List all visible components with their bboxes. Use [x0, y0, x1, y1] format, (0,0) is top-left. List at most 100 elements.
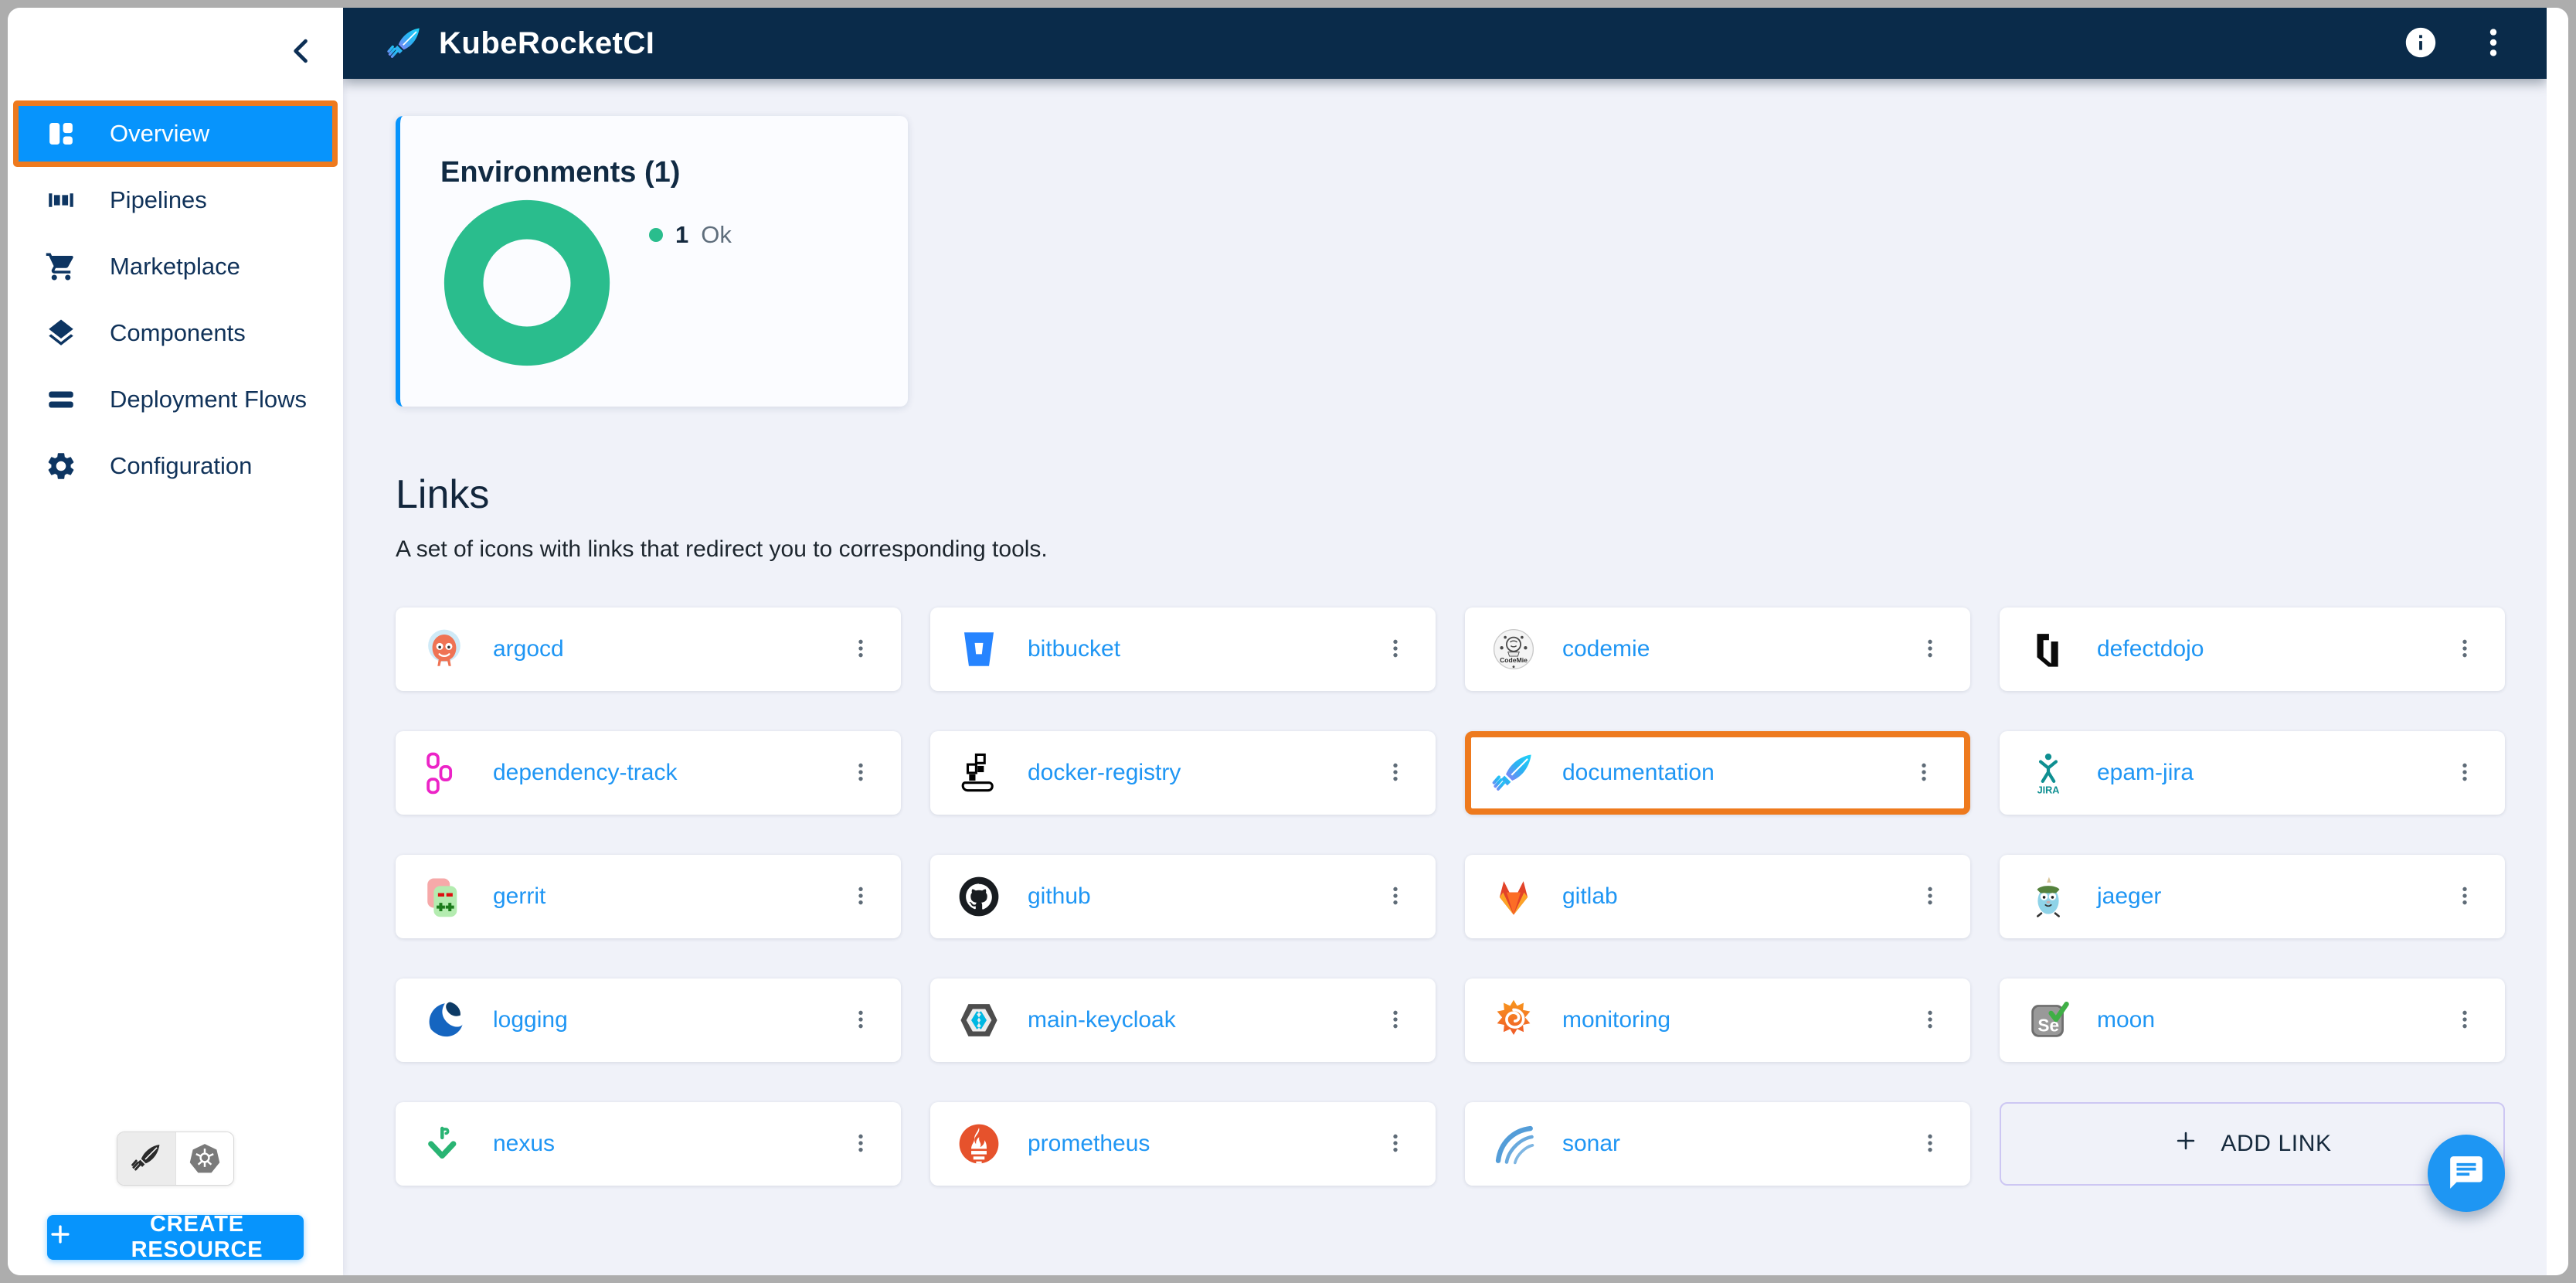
- link-card-menu-button[interactable]: [844, 1124, 878, 1164]
- sidebar-item-label: Components: [110, 319, 246, 347]
- link-jaeger[interactable]: jaeger: [2097, 883, 2161, 910]
- link-monitoring[interactable]: monitoring: [1562, 1007, 1670, 1033]
- link-moon[interactable]: moon: [2097, 1007, 2155, 1033]
- bitbucket-icon: [957, 627, 1001, 672]
- link-gerrit[interactable]: gerrit: [493, 883, 545, 910]
- link-card-menu-button[interactable]: [2448, 1000, 2482, 1040]
- documentation-icon: [1491, 750, 1536, 795]
- info-button[interactable]: [2401, 24, 2440, 63]
- environments-legend: 1 Ok: [649, 221, 732, 249]
- link-docker-registry[interactable]: docker-registry: [1028, 760, 1181, 786]
- link-epam-jira[interactable]: epam-jira: [2097, 760, 2194, 786]
- chat-icon: [2447, 1153, 2486, 1194]
- sidebar-nav: Overview Pipelines Marketplace Components De…: [8, 100, 343, 499]
- link-main-keycloak[interactable]: main-keycloak: [1028, 1007, 1176, 1033]
- sidebar-item-label: Overview: [110, 120, 209, 148]
- link-logging[interactable]: logging: [493, 1007, 568, 1033]
- link-codemie[interactable]: codemie: [1562, 636, 1650, 662]
- link-card-menu-button[interactable]: [1913, 1124, 1947, 1164]
- svg-text:JIRA: JIRA: [2037, 784, 2060, 795]
- link-card-jaeger: jaeger: [2000, 855, 2505, 938]
- link-nexus[interactable]: nexus: [493, 1131, 555, 1157]
- ok-count: 1: [675, 221, 688, 249]
- link-card-menu-button[interactable]: [2448, 753, 2482, 793]
- scrollbar-track[interactable]: [2547, 8, 2568, 1275]
- ok-status-dot: [649, 228, 663, 242]
- kebab-menu-icon: [1918, 1004, 1942, 1037]
- link-prometheus[interactable]: prometheus: [1028, 1131, 1150, 1157]
- sidebar-item-label: Configuration: [110, 452, 252, 480]
- link-card-codemie: CodeMiecodemie: [1465, 607, 1970, 691]
- link-defectdojo[interactable]: defectdojo: [2097, 636, 2204, 662]
- link-card-menu-button[interactable]: [1378, 876, 1412, 917]
- link-card-docker-registry: docker-registry: [930, 731, 1436, 815]
- link-github[interactable]: github: [1028, 883, 1091, 910]
- link-card-monitoring: monitoring: [1465, 978, 1970, 1062]
- sonar-icon: [1491, 1121, 1536, 1166]
- header-menu-button[interactable]: [2474, 24, 2513, 63]
- link-card-menu-button[interactable]: [1913, 1000, 1947, 1040]
- link-card-menu-button[interactable]: [1378, 629, 1412, 669]
- app-title: KubeRocketCI: [439, 26, 654, 61]
- link-card-menu-button[interactable]: [844, 1000, 878, 1040]
- link-card-menu-button[interactable]: [2448, 876, 2482, 917]
- kebab-menu-icon: [848, 1128, 873, 1161]
- create-resource-button[interactable]: CREATE RESOURCE: [47, 1215, 304, 1260]
- sidebar-item-label: Pipelines: [110, 186, 207, 214]
- environments-donut-chart: [440, 196, 613, 369]
- link-card-documentation: documentation: [1465, 731, 1970, 815]
- marketplace-icon: [45, 250, 77, 283]
- argocd-icon: [422, 627, 467, 672]
- link-card-menu-button[interactable]: [844, 876, 878, 917]
- link-card-epam-jira: JIRA epam-jira: [2000, 731, 2505, 815]
- links-grid: argocd bitbucket CodeMiecodemie defectdojo d…: [396, 607, 2505, 1186]
- link-card-menu-button[interactable]: [1907, 753, 1941, 793]
- kebab-menu-icon: [1918, 880, 1942, 914]
- gitlab-icon: [1491, 874, 1536, 919]
- chat-fab-button[interactable]: [2428, 1135, 2505, 1212]
- link-gitlab[interactable]: gitlab: [1562, 883, 1618, 910]
- link-card-menu-button[interactable]: [1913, 876, 1947, 917]
- kebab-menu-icon: [2476, 25, 2511, 63]
- add-link-label: ADD LINK: [2221, 1131, 2331, 1157]
- link-card-menu-button[interactable]: [844, 629, 878, 669]
- main-content: Environments (1) 1 Ok Links A set of ico…: [343, 79, 2547, 1275]
- link-documentation[interactable]: documentation: [1562, 760, 1715, 786]
- prometheus-icon: [957, 1121, 1001, 1166]
- links-description: A set of icons with links that redirect …: [396, 536, 2505, 563]
- sidebar-top: [8, 8, 343, 100]
- link-sonar[interactable]: sonar: [1562, 1131, 1620, 1157]
- link-card-menu-button[interactable]: [1378, 1124, 1412, 1164]
- link-dependency-track[interactable]: dependency-track: [493, 760, 677, 786]
- overview-icon: [45, 117, 77, 150]
- sidebar-item-pipelines[interactable]: Pipelines: [8, 167, 343, 233]
- chevron-left-icon: [284, 59, 318, 70]
- link-card-menu-button[interactable]: [1378, 1000, 1412, 1040]
- sidebar-item-overview[interactable]: Overview: [13, 100, 338, 167]
- components-icon: [45, 317, 77, 349]
- sidebar-item-components[interactable]: Components: [8, 300, 343, 366]
- kebab-menu-icon: [848, 1004, 873, 1037]
- link-bitbucket[interactable]: bitbucket: [1028, 636, 1120, 662]
- kebab-menu-icon: [2452, 633, 2477, 666]
- sidebar-item-marketplace[interactable]: Marketplace: [8, 233, 343, 300]
- link-card-dependency-track: dependency-track: [396, 731, 901, 815]
- view-toggle: [117, 1132, 234, 1186]
- sidebar-collapse-button[interactable]: [284, 34, 318, 68]
- link-card-menu-button[interactable]: [2448, 629, 2482, 669]
- link-card-menu-button[interactable]: [1913, 629, 1947, 669]
- link-card-gerrit: gerrit: [396, 855, 901, 938]
- link-card-menu-button[interactable]: [844, 753, 878, 793]
- kubernetes-view-toggle-button[interactable]: [175, 1132, 233, 1185]
- krci-view-toggle-button[interactable]: [117, 1132, 175, 1185]
- sidebar-item-deployment-flows[interactable]: Deployment Flows: [8, 366, 343, 433]
- defectdojo-icon: [2026, 627, 2071, 672]
- github-icon: [957, 874, 1001, 919]
- link-argocd[interactable]: argocd: [493, 636, 564, 662]
- sidebar-item-configuration[interactable]: Configuration: [8, 433, 343, 499]
- sidebar: Overview Pipelines Marketplace Components De…: [8, 8, 343, 1275]
- link-card-github: github: [930, 855, 1436, 938]
- kebab-menu-icon: [1383, 633, 1408, 666]
- kebab-menu-icon: [848, 757, 873, 790]
- link-card-menu-button[interactable]: [1378, 753, 1412, 793]
